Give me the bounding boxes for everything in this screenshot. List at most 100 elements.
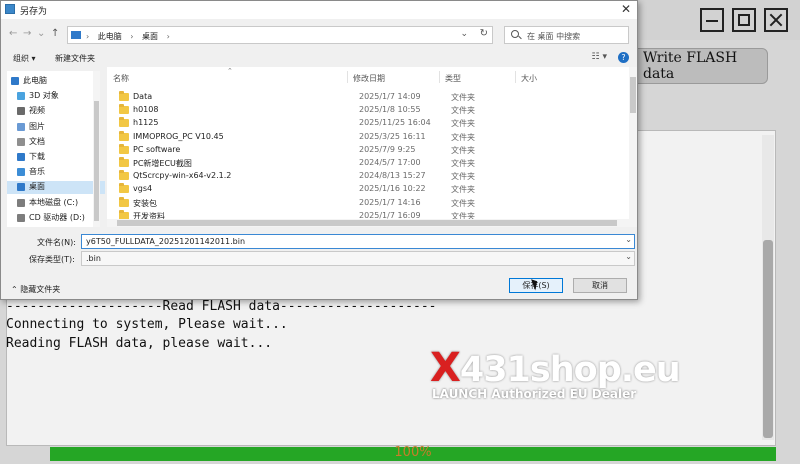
column-divider[interactable] — [439, 71, 440, 83]
file-row[interactable]: h0108 2025/1/8 10:55 文件夹 — [113, 104, 625, 117]
filename-dropdown-icon[interactable]: ⌄ — [625, 235, 632, 244]
folder-icon — [119, 117, 129, 128]
nav-item[interactable]: 桌面 — [7, 181, 105, 195]
save-as-dialog: 另存为 ✕ ← → ⌄ ↑ › 此电脑 › 桌面 › ⌄ ↻ 在 桌面 中搜索 … — [0, 0, 638, 300]
nav-item-icon — [17, 183, 25, 192]
nav-item-icon — [11, 77, 19, 85]
log-line: Connecting to system, Please wait... — [6, 317, 288, 333]
file-list: ⌃ 名称 修改日期 类型 大小 Data 2025/1/7 14:09 文件夹 h01… — [107, 67, 629, 227]
recent-chevron-icon[interactable]: ⌄ — [37, 28, 45, 39]
nav-item[interactable]: 视频 — [7, 105, 105, 118]
nav-item-icon — [17, 137, 25, 146]
nav-item-icon — [17, 198, 25, 207]
nav-item-label: 桌面 — [29, 182, 45, 192]
hide-folders-toggle[interactable]: ⌃ 隐藏文件夹 — [11, 284, 60, 295]
column-divider[interactable] — [347, 71, 348, 83]
nav-item-label: 本地磁盘 (C:) — [29, 197, 79, 207]
nav-scroll-thumb[interactable] — [94, 101, 99, 221]
nav-item-icon — [17, 153, 25, 161]
folder-icon — [119, 170, 129, 181]
nav-item-label: 3D 对象 — [29, 91, 59, 101]
refresh-icon[interactable]: ↻ — [480, 28, 488, 39]
file-name: PC software — [133, 144, 181, 154]
file-row[interactable]: 安装包 2025/1/7 14:16 文件夹 — [113, 196, 625, 210]
file-type: 文件夹 — [451, 119, 475, 129]
folder-icon — [119, 104, 129, 115]
filetype-dropdown-icon[interactable]: ⌄ — [625, 252, 632, 261]
minimize-icon[interactable] — [700, 8, 724, 32]
file-row[interactable]: Data 2025/1/7 14:09 文件夹 — [113, 91, 625, 104]
dialog-toolbar: 组织 ▾ 新建文件夹 ☷ ▾ ? — [1, 49, 637, 67]
file-date: 2025/1/16 10:22 — [359, 184, 426, 194]
view-options-icon[interactable]: ☷ ▾ — [592, 52, 607, 62]
watermark-brand: 431shop.eu — [459, 350, 681, 390]
up-icon[interactable]: ↑ — [51, 28, 59, 39]
address-bar[interactable]: › 此电脑 › 桌面 › ⌄ ↻ — [67, 26, 493, 44]
nav-item[interactable]: CD 驱动器 (D:) — [7, 212, 105, 225]
write-flash-button[interactable]: Write FLASH data — [632, 48, 768, 84]
nav-item[interactable]: 此电脑 — [7, 75, 99, 88]
nav-item-icon — [17, 92, 25, 101]
file-type: 文件夹 — [451, 106, 475, 116]
file-date: 2024/5/7 17:00 — [359, 158, 421, 167]
nav-item[interactable]: 下载 — [7, 151, 105, 164]
file-row[interactable]: IMMOPROG_PC V10.45 2025/3/25 16:11 文件夹 — [113, 130, 625, 144]
close-icon[interactable] — [764, 8, 788, 32]
breadcrumb-pc[interactable]: 此电脑 — [98, 32, 122, 41]
file-list-scroll-thumb[interactable] — [630, 77, 636, 113]
address-dropdown-icon[interactable]: ⌄ — [460, 29, 468, 39]
nav-item[interactable]: 图片 — [7, 121, 105, 134]
nav-item[interactable]: 本地磁盘 (C:) — [7, 197, 105, 210]
file-name: h1125 — [133, 118, 159, 128]
back-icon[interactable]: ← — [9, 28, 17, 39]
column-name[interactable]: 名称 — [113, 73, 129, 84]
maximize-icon[interactable] — [732, 8, 756, 32]
filetype-select[interactable]: .bin — [81, 251, 635, 266]
column-divider[interactable] — [515, 71, 516, 83]
nav-item[interactable]: 文档 — [7, 136, 105, 149]
nav-item[interactable]: 音乐 — [7, 166, 105, 179]
file-row[interactable]: h1125 2025/11/25 16:04 文件夹 — [113, 117, 625, 130]
column-type[interactable]: 类型 — [445, 73, 461, 84]
search-box[interactable]: 在 桌面 中搜索 — [504, 26, 629, 44]
file-row[interactable]: QtScrcpy-win-x64-v2.1.2 2024/8/13 15:27 文件… — [113, 170, 625, 183]
file-row[interactable]: PC新增ECU截图 2024/5/7 17:00 文件夹 — [113, 157, 625, 170]
file-date: 2025/11/25 16:04 — [359, 118, 431, 128]
column-size[interactable]: 大小 — [521, 73, 537, 84]
breadcrumb-desktop[interactable]: 桌面 — [142, 32, 158, 41]
cancel-button[interactable]: 取消 — [573, 278, 627, 293]
navigation-pane: 此电脑 3D 对象视频图片文档下载音乐桌面本地磁盘 (C:) CD 驱动器 (D:) — [7, 71, 105, 227]
file-type: 文件夹 — [451, 185, 475, 195]
nav-item-label: 此电脑 — [23, 76, 47, 85]
dialog-titlebar: 另存为 ✕ — [1, 1, 637, 19]
filename-input[interactable]: y6T50_FULLDATA_20251201142011.bin — [81, 234, 635, 249]
column-date[interactable]: 修改日期 — [353, 73, 385, 84]
file-row[interactable]: vgs4 2025/1/16 10:22 文件夹 — [113, 183, 625, 196]
help-icon[interactable]: ? — [618, 52, 629, 63]
dialog-title: 另存为 — [20, 7, 48, 17]
file-name: PC新增ECU截图 — [133, 159, 192, 168]
sort-caret-icon: ⌃ — [227, 67, 233, 75]
window-controls — [700, 8, 788, 32]
file-type: 文件夹 — [451, 172, 475, 182]
progress-bar: 100% — [50, 445, 776, 461]
file-type: 文件夹 — [451, 132, 475, 142]
folder-icon — [119, 157, 129, 167]
file-name: Data — [133, 92, 153, 101]
forward-icon[interactable]: → — [23, 28, 31, 39]
file-row[interactable]: PC software 2025/7/9 9:25 文件夹 — [113, 143, 625, 157]
organize-button[interactable]: 组织 ▾ — [13, 53, 36, 64]
dialog-close-icon[interactable]: ✕ — [621, 2, 631, 16]
file-list-hscroll-thumb[interactable] — [117, 220, 617, 226]
new-folder-button[interactable]: 新建文件夹 — [55, 53, 95, 64]
search-icon — [511, 30, 519, 38]
watermark-logo: X431shop.eu LAUNCH Authorized EU Dealer — [430, 345, 681, 401]
file-name: vgs4 — [133, 184, 153, 194]
filename-label: 文件名(N): — [37, 238, 76, 247]
nav-item[interactable]: 3D 对象 — [7, 90, 105, 103]
file-type: 文件夹 — [451, 145, 475, 155]
filename-row: 文件名(N): y6T50_FULLDATA_20251201142011.bi… — [1, 234, 637, 250]
log-scroll-thumb[interactable] — [763, 240, 773, 438]
nav-item-label: 音乐 — [29, 167, 45, 177]
nav-item-icon — [17, 122, 25, 131]
